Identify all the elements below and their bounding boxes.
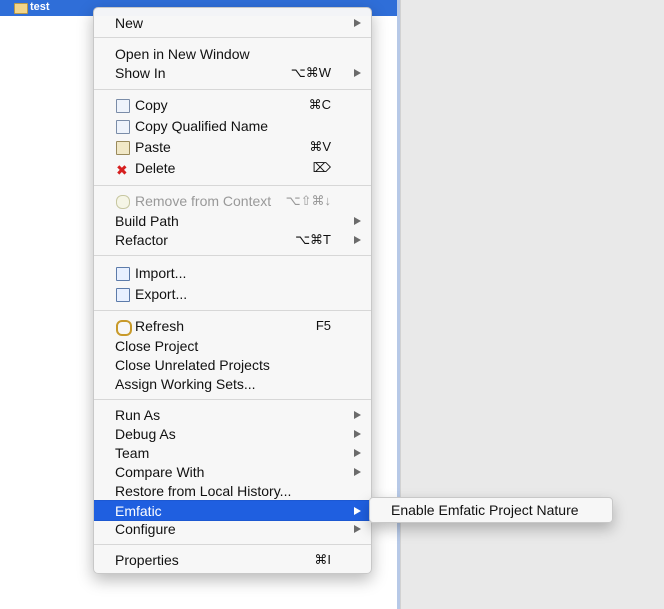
submenu-arrow-icon (354, 19, 361, 27)
menu-item-label: Properties (115, 552, 179, 568)
menu-separator (94, 37, 371, 38)
menu-item-copy-qualified-name[interactable]: Copy Qualified Name (94, 116, 371, 135)
delete-icon: ✖ (116, 162, 128, 178)
menu-item-label: Refactor (115, 232, 168, 248)
menu-item-remove-from-context[interactable]: Remove from Context ⌥⇧⌘↓ (94, 191, 371, 210)
menu-item-export[interactable]: Export... (94, 284, 371, 303)
menu-item-label: Close Unrelated Projects (115, 357, 270, 373)
menu-item-close-unrelated-projects[interactable]: Close Unrelated Projects (94, 355, 371, 374)
menu-item-label: Close Project (115, 338, 199, 354)
menu-item-properties[interactable]: Properties ⌘I (94, 550, 371, 569)
menu-shortcut: ⌘V (309, 139, 331, 154)
tree-item-label: test (30, 1, 50, 13)
menu-item-build-path[interactable]: Build Path (94, 211, 371, 230)
copy-icon (116, 99, 130, 113)
emfatic-submenu: Enable Emfatic Project Nature (369, 497, 613, 523)
menu-item-restore-from-local-history[interactable]: Restore from Local History... (94, 481, 371, 500)
menu-item-label: New (115, 15, 144, 31)
menu-item-label: Paste (135, 139, 171, 155)
menu-item-emfatic[interactable]: Emfatic (94, 500, 371, 521)
menu-item-enable-emfatic-project-nature[interactable]: Enable Emfatic Project Nature (391, 502, 579, 518)
menu-item-label: Refresh (135, 318, 185, 334)
menu-item-import[interactable]: Import... (94, 263, 371, 282)
menu-item-copy[interactable]: Copy ⌘C (94, 95, 371, 114)
submenu-arrow-icon (354, 411, 361, 419)
menu-item-label: Restore from Local History... (115, 483, 292, 499)
submenu-arrow-icon (354, 217, 361, 225)
menu-item-label: Show In (115, 65, 166, 81)
folder-icon (14, 3, 28, 14)
menu-item-label: Configure (115, 521, 176, 537)
menu-item-paste[interactable]: Paste ⌘V (94, 137, 371, 156)
remove-from-context-icon (116, 195, 130, 209)
menu-shortcut: ⌥⌘W (290, 65, 331, 80)
submenu-arrow-icon (354, 236, 361, 244)
menu-item-compare-with[interactable]: Compare With (94, 462, 371, 481)
menu-item-label: Compare With (115, 464, 205, 480)
menu-item-label: Emfatic (115, 503, 162, 519)
menu-item-refresh[interactable]: Refresh F5 (94, 316, 371, 336)
paste-icon (116, 141, 130, 155)
submenu-arrow-icon (354, 468, 361, 476)
menu-separator (94, 89, 371, 90)
menu-item-label: Import... (135, 265, 187, 281)
context-menu: New Open in New Window Show In ⌥⌘W Copy … (93, 7, 372, 574)
menu-separator (94, 544, 371, 545)
menu-item-label: Delete (135, 160, 176, 176)
menu-item-show-in[interactable]: Show In ⌥⌘W (94, 63, 371, 82)
menu-item-label: Export... (135, 286, 188, 302)
menu-item-label: Open in New Window (115, 46, 250, 62)
menu-item-debug-as[interactable]: Debug As (94, 424, 371, 443)
menu-item-configure[interactable]: Configure (94, 519, 371, 538)
submenu-arrow-icon (354, 449, 361, 457)
menu-shortcut: F5 (315, 318, 331, 333)
menu-shortcut: ⌦ (312, 160, 331, 175)
menu-item-label: Assign Working Sets... (115, 376, 256, 392)
refresh-icon (116, 320, 132, 336)
menu-item-label: Copy Qualified Name (135, 118, 269, 134)
menu-item-run-as[interactable]: Run As (94, 405, 371, 424)
copy-qualified-name-icon (116, 120, 130, 134)
menu-item-label: Team (115, 445, 150, 461)
menu-item-new[interactable]: New (94, 13, 371, 32)
menu-item-open-in-new-window[interactable]: Open in New Window (94, 44, 371, 63)
menu-item-delete[interactable]: ✖ Delete ⌦ (94, 158, 371, 178)
menu-item-label: Run As (115, 407, 161, 423)
menu-item-close-project[interactable]: Close Project (94, 336, 371, 355)
menu-item-assign-working-sets[interactable]: Assign Working Sets... (94, 374, 371, 393)
menu-item-team[interactable]: Team (94, 443, 371, 462)
menu-shortcut: ⌥⇧⌘↓ (285, 193, 331, 208)
submenu-arrow-icon (354, 430, 361, 438)
submenu-arrow-icon (354, 525, 361, 533)
import-icon (116, 267, 130, 281)
menu-shortcut: ⌥⌘T (295, 232, 331, 247)
menu-separator (94, 310, 371, 311)
menu-separator (94, 255, 371, 256)
menu-item-label: Copy (135, 97, 168, 113)
menu-item-label: Remove from Context (135, 193, 272, 209)
menu-item-label: Debug As (115, 426, 176, 442)
menu-separator (94, 185, 371, 186)
submenu-arrow-icon (354, 507, 361, 515)
menu-shortcut: ⌘I (314, 552, 331, 567)
submenu-arrow-icon (354, 69, 361, 77)
menu-shortcut: ⌘C (308, 97, 331, 112)
export-icon (116, 288, 130, 302)
menu-item-refactor[interactable]: Refactor ⌥⌘T (94, 230, 371, 249)
menu-item-label: Build Path (115, 213, 179, 229)
menu-separator (94, 399, 371, 400)
